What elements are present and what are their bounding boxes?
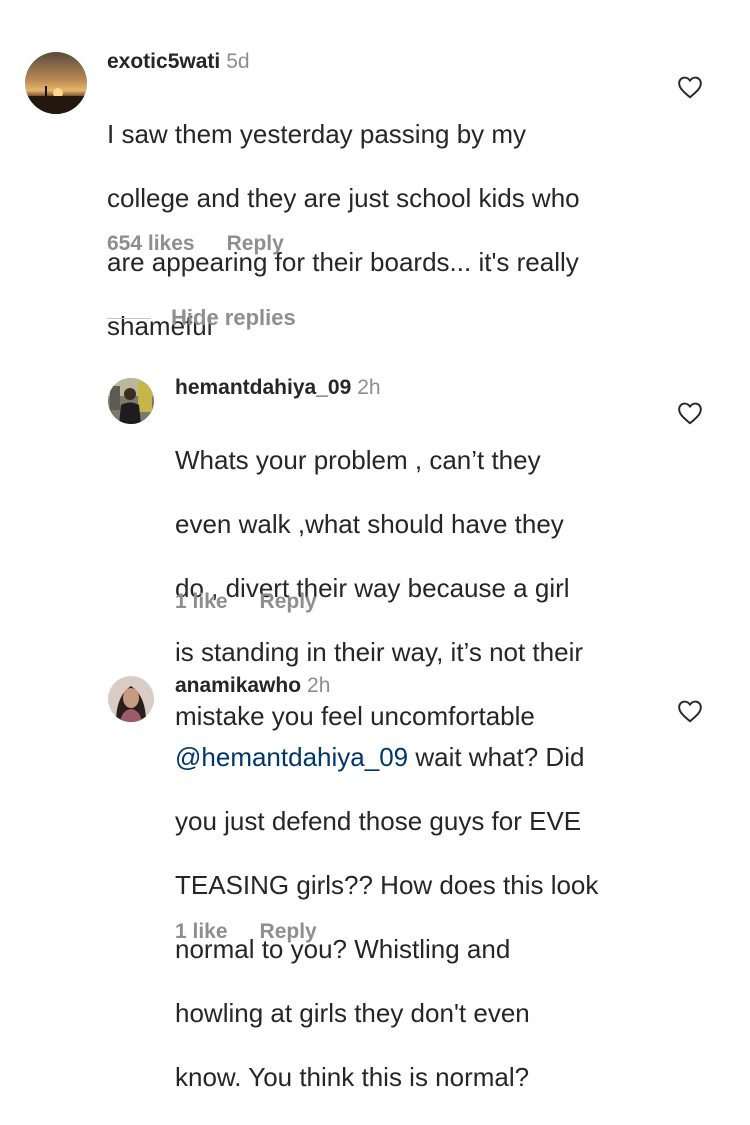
likes-count[interactable]: 1 like [175, 920, 228, 943]
comment-text-line: is standing in their way, it’s not their [175, 637, 584, 667]
timestamp: 2h [357, 376, 381, 399]
reply-button[interactable]: Reply [260, 590, 317, 613]
timestamp: 5d [226, 50, 250, 73]
likes-count[interactable]: 654 likes [107, 232, 195, 255]
avatar[interactable] [108, 378, 154, 424]
hide-replies-label: Hide replies [171, 305, 296, 330]
username[interactable]: exotic5wati [107, 50, 220, 73]
portrait-photo-avatar [108, 676, 154, 722]
hide-replies-button[interactable]: Hide replies [107, 303, 296, 333]
comment-text-line: I saw them yesterday passing by my [107, 119, 527, 149]
comment-text-line: college and they are just school kids wh… [107, 183, 580, 213]
likes-count[interactable]: 1 like [175, 590, 228, 613]
username[interactable]: anamikawho [175, 674, 301, 697]
reply-button[interactable]: Reply [227, 232, 284, 255]
comment-text-fragment: wait what? Did [408, 742, 585, 772]
mention-link[interactable]: @hemantdahiya_09 [175, 742, 408, 772]
heart-outline-icon[interactable] [677, 699, 703, 723]
comment-text-line: @hemantdahiya_09 wait what? Did [175, 741, 665, 773]
sunset-photo-avatar [25, 52, 87, 114]
avatar[interactable] [108, 676, 154, 722]
comment-text-line: even walk ,what should have they [175, 509, 564, 539]
timestamp: 2h [307, 674, 331, 697]
divider [107, 317, 151, 319]
username[interactable]: hemantdahiya_09 [175, 376, 351, 399]
avatar[interactable] [25, 52, 87, 114]
comment-text-line: Whats your problem , can’t they [175, 445, 541, 475]
gym-photo-avatar [108, 378, 154, 424]
reply-button[interactable]: Reply [260, 920, 317, 943]
heart-outline-icon[interactable] [677, 75, 703, 99]
comment-text-line: TEASING girls?? How does this look [175, 870, 599, 900]
comment-text-line: know. You think this is normal? [175, 1062, 530, 1092]
comment-text-line: you just defend those guys for EVE [175, 806, 582, 836]
comment-text-line: howling at girls they don't even [175, 998, 530, 1028]
comment-text: @hemantdahiya_09 wait what? Did you just… [175, 709, 665, 1125]
heart-outline-icon[interactable] [677, 401, 703, 425]
